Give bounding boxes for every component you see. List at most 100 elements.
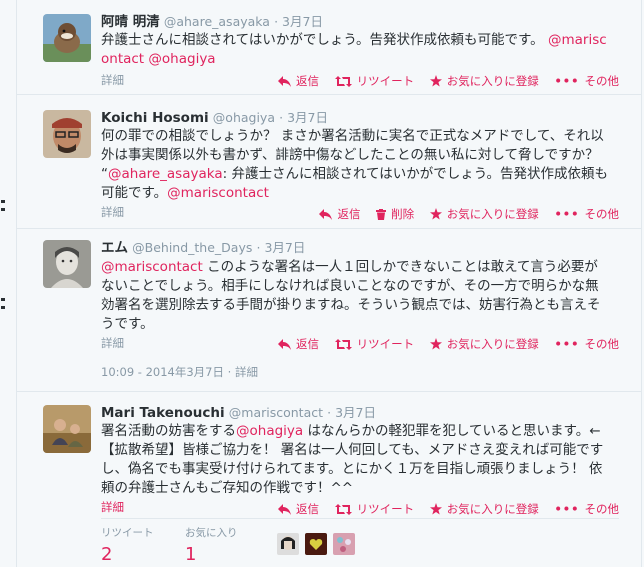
- retweet-button[interactable]: リツイート: [334, 336, 415, 352]
- text-segment: 弁護士さんに相談されてはいかがでしょう。告発状作成依頼も可能です。: [101, 32, 544, 48]
- reply-button[interactable]: 返信: [277, 336, 319, 352]
- scroll-edge-mark: [1, 306, 5, 309]
- retweet-icon: [334, 339, 352, 350]
- text-segment: 署名活動の妨害をする: [101, 423, 236, 439]
- avatar[interactable]: [43, 14, 91, 62]
- tweet[interactable]: 阿晴 明清 @ahare_asayaka · 3月7日 弁護士さんに相談されては…: [17, 0, 641, 95]
- reply-icon: [277, 339, 291, 350]
- reply-icon: [319, 209, 333, 220]
- author-fullname[interactable]: エム: [101, 240, 128, 256]
- tweet[interactable]: Koichi Hosomi @ohagiya · 3月7日 何の罪での相談でしょ…: [17, 96, 641, 229]
- favorite-button[interactable]: お気に入りに登録: [429, 501, 539, 517]
- author-username[interactable]: @ohagiya: [213, 110, 275, 125]
- favorite-label: お気に入りに登録: [446, 74, 539, 88]
- more-icon: •••: [554, 502, 580, 516]
- author-username[interactable]: @Behind_the_Days: [132, 240, 252, 255]
- tweet-text: 何の罪での相談でしょうか？ まさか署名活動に実名で正式なメアドでして、それ以外は…: [101, 127, 609, 203]
- retweet-label: リツイート: [356, 74, 415, 88]
- tweet-time[interactable]: · 3月7日: [274, 14, 323, 29]
- author-fullname[interactable]: Koichi Hosomi: [101, 110, 209, 126]
- author-username[interactable]: @mariscontact: [229, 405, 323, 420]
- retweet-icon: [334, 504, 352, 515]
- details-link[interactable]: 詳細: [101, 335, 124, 351]
- more-label: その他: [584, 502, 620, 516]
- avatar[interactable]: [43, 405, 91, 453]
- retweet-button[interactable]: リツイート: [334, 501, 415, 517]
- tweet[interactable]: エム @Behind_the_Days · 3月7日 @mariscontact…: [17, 230, 641, 392]
- star-icon: [429, 503, 442, 515]
- author-fullname[interactable]: 阿晴 明清: [101, 14, 160, 30]
- favorite-count: 1: [185, 544, 197, 565]
- favorite-label: お気に入りに登録: [446, 337, 539, 351]
- favoriter-avatar[interactable]: [333, 533, 355, 555]
- mention-link[interactable]: @mariscontact: [167, 185, 269, 201]
- more-icon: •••: [554, 337, 580, 351]
- reply-label: 返信: [295, 502, 319, 516]
- mention-link[interactable]: @ohagiya: [148, 51, 215, 67]
- scroll-edge-mark: [1, 200, 5, 203]
- retweet-button[interactable]: リツイート: [334, 73, 415, 89]
- favorite-button[interactable]: お気に入りに登録: [429, 336, 539, 352]
- more-button[interactable]: ••• その他: [554, 336, 619, 352]
- more-button[interactable]: ••• その他: [554, 73, 619, 89]
- star-icon: [429, 208, 442, 220]
- avatar[interactable]: [43, 110, 91, 158]
- more-label: その他: [584, 74, 620, 88]
- author-username[interactable]: @ahare_asayaka: [164, 14, 270, 29]
- tweet-time[interactable]: · 3月7日: [279, 110, 328, 125]
- retweet-label: リツイート: [356, 502, 415, 516]
- tweet-actions: 返信 リツイート お気に入りに登録 ••• その他: [266, 73, 619, 89]
- mention-link[interactable]: @ohagiya: [236, 423, 303, 439]
- more-button[interactable]: ••• その他: [554, 206, 619, 222]
- delete-label: 削除: [391, 207, 415, 221]
- details-link[interactable]: 詳細: [101, 72, 124, 88]
- star-icon: [429, 75, 442, 87]
- favorite-label: お気に入りに登録: [446, 502, 539, 516]
- details-link[interactable]: 詳細: [101, 499, 124, 515]
- more-label: その他: [584, 337, 620, 351]
- tweet-time[interactable]: · 3月7日: [257, 240, 306, 255]
- tweet-actions: 返信 リツイート お気に入りに登録 ••• その他: [266, 501, 619, 517]
- tweet-time[interactable]: · 3月7日: [327, 405, 376, 420]
- mention-link[interactable]: @ahare_asayaka: [108, 166, 223, 182]
- tweet-conversation: 阿晴 明清 @ahare_asayaka · 3月7日 弁護士さんに相談されては…: [16, 0, 642, 567]
- retweet-icon: [334, 76, 352, 87]
- reply-button[interactable]: 返信: [277, 501, 319, 517]
- mention-link[interactable]: @mariscontact: [101, 259, 203, 275]
- reply-label: 返信: [295, 337, 319, 351]
- reply-button[interactable]: 返信: [319, 206, 360, 222]
- tweet-actions: 返信 リツイート お気に入りに登録 ••• その他: [266, 336, 619, 352]
- favorite-label: お気に入りに登録: [446, 207, 539, 221]
- tweet-stats: リツイート 2 お気に入り 1: [101, 518, 619, 567]
- tweet-text: 署名活動の妨害をする@ohagiya はなんらかの軽犯罪を犯していると思います。…: [101, 422, 609, 498]
- tweet-timestamp[interactable]: 10:09 - 2014年3月7日 · 詳細: [101, 364, 258, 380]
- favoriter-avatar[interactable]: [305, 533, 327, 555]
- more-icon: •••: [554, 207, 580, 221]
- avatar[interactable]: [43, 240, 91, 288]
- more-label: その他: [584, 207, 620, 221]
- more-button[interactable]: ••• その他: [554, 501, 619, 517]
- scroll-edge-mark: [1, 298, 5, 301]
- reply-icon: [277, 504, 291, 515]
- retweet-count: 2: [101, 544, 113, 565]
- tweet[interactable]: Mari Takenouchi @mariscontact · 3月7日 署名活…: [17, 393, 641, 567]
- tweet-text: 弁護士さんに相談されてはいかがでしょう。告発状作成依頼も可能です。 @maris…: [101, 31, 609, 69]
- details-link[interactable]: 詳細: [101, 204, 124, 220]
- retweet-stat-label: リツイート: [101, 527, 154, 539]
- delete-button[interactable]: 削除: [376, 206, 414, 222]
- reply-button[interactable]: 返信: [277, 73, 319, 89]
- favorite-button[interactable]: お気に入りに登録: [429, 206, 539, 222]
- more-icon: •••: [554, 74, 580, 88]
- retweet-label: リツイート: [356, 337, 415, 351]
- retweet-stat[interactable]: リツイート 2: [101, 525, 154, 565]
- star-icon: [429, 338, 442, 350]
- trash-icon: [376, 209, 387, 220]
- scroll-edge-mark: [1, 208, 5, 211]
- reply-label: 返信: [295, 74, 319, 88]
- favorite-button[interactable]: お気に入りに登録: [429, 73, 539, 89]
- favoriter-avatar[interactable]: [277, 533, 299, 555]
- reply-icon: [277, 76, 291, 87]
- author-fullname[interactable]: Mari Takenouchi: [101, 405, 225, 421]
- favorite-stat[interactable]: お気に入り 1: [185, 525, 238, 565]
- tweet-text: @mariscontact このような署名は一人１回しかできないことは敢えて言う…: [101, 258, 609, 334]
